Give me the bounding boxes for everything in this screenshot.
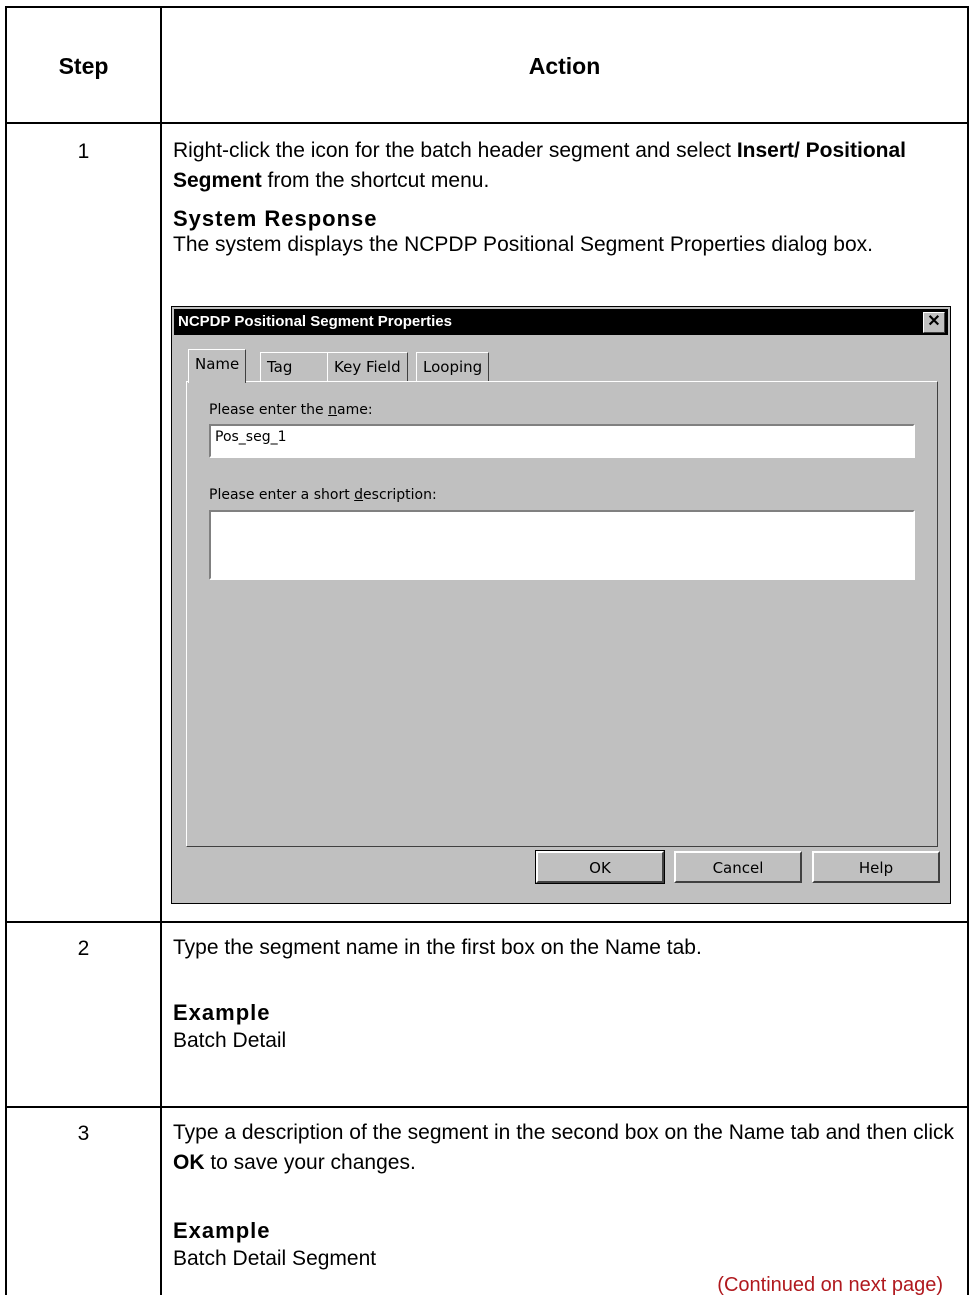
column-divider [160,8,162,1295]
cancel-button[interactable]: Cancel [674,851,802,883]
step-1-instruction: Right-click the icon for the batch heade… [173,139,907,192]
step-3-instruction: Type a description of the segment in the… [173,1121,954,1174]
description-input[interactable] [209,510,915,580]
step-column-header: Step [58,52,109,79]
example-text: Batch Detail [173,1029,287,1052]
tab-key-field[interactable]: Key Field [327,352,408,382]
action-column-header: Action [528,52,601,79]
tab-name[interactable]: Name [188,349,247,383]
description-field-label: Please enter a short description: [209,487,437,503]
dialog-title-bar: NCPDP Positional Segment Properties ✕ [174,309,948,335]
example-text: Batch Detail Segment [173,1247,377,1270]
name-tab-panel: Please enter the name: Pos_seg_1 Please … [186,381,938,847]
tab-tag[interactable]: Tag [260,352,330,382]
example-heading: Example [173,1000,271,1025]
row-divider [7,921,967,923]
name-field-label: Please enter the name: [209,402,373,418]
segment-properties-dialog: NCPDP Positional Segment Properties ✕ Na… [171,306,951,904]
name-input[interactable]: Pos_seg_1 [209,424,915,458]
system-response-text: The system displays the NCPDP Positional… [173,233,873,256]
step-number: 2 [77,937,90,960]
step-2-instruction: Type the segment name in the first box o… [173,936,702,959]
example-heading: Example [173,1218,271,1243]
continued-note: (Continued on next page) [717,1274,943,1296]
tab-looping[interactable]: Looping [416,352,490,382]
system-response-heading: System Response [173,206,378,231]
dialog-title: NCPDP Positional Segment Properties [178,313,452,330]
ok-button[interactable]: OK [535,850,665,884]
close-icon[interactable]: ✕ [923,312,945,333]
step-number: 3 [77,1122,90,1145]
step-number: 1 [77,140,90,163]
help-button[interactable]: Help [812,851,940,883]
row-divider [7,1106,967,1108]
